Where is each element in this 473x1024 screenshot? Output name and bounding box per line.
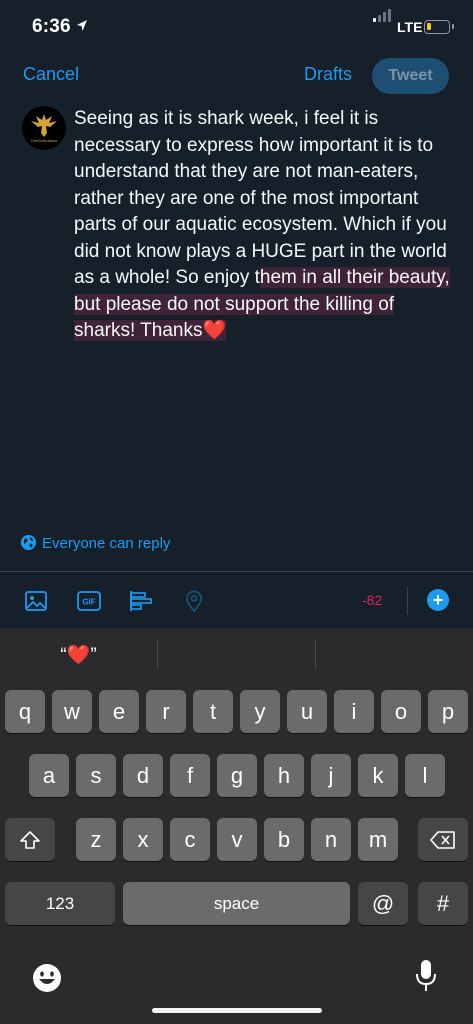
key-m[interactable]: m [358,818,398,861]
key-i[interactable]: i [334,690,374,733]
toolbar-separator [407,587,408,615]
location-arrow-icon [77,20,87,31]
image-icon[interactable] [24,589,48,613]
key-q[interactable]: q [5,690,45,733]
reply-setting-label: Everyone can reply [42,535,171,552]
home-indicator [152,1008,322,1013]
shift-arrow-icon [20,830,40,849]
svg-text:GIF: GIF [82,598,95,607]
suggestion-3[interactable] [316,628,473,682]
network-type: LTE [397,19,423,35]
key-o[interactable]: o [381,690,421,733]
key-g[interactable]: g [217,754,257,797]
poll-icon[interactable] [129,589,153,613]
key-s[interactable]: s [76,754,116,797]
key-f[interactable]: f [170,754,210,797]
toolbar-divider [0,571,473,572]
emoji-icon[interactable] [31,962,63,994]
key-e[interactable]: e [99,690,139,733]
key-j[interactable]: j [311,754,351,797]
key-h[interactable]: h [264,754,304,797]
key-l[interactable]: l [405,754,445,797]
key-k[interactable]: k [358,754,398,797]
key-v[interactable]: v [217,818,257,861]
phoenix-logo-icon [31,114,57,137]
microphone-icon[interactable] [414,959,438,993]
key-y[interactable]: y [240,690,280,733]
key-r[interactable]: r [146,690,186,733]
key-n[interactable]: n [311,818,351,861]
tweet-button[interactable]: Tweet [372,58,449,94]
globe-icon [20,534,37,551]
key-w[interactable]: w [52,690,92,733]
key-t[interactable]: t [193,690,233,733]
key-z[interactable]: z [76,818,116,861]
character-counter: -82 [362,592,383,608]
avatar[interactable]: TheGirlAdaoce [22,106,66,150]
reply-setting[interactable]: Everyone can reply [20,534,170,552]
key-a[interactable]: a [29,754,69,797]
hash-key[interactable]: # [418,882,468,925]
key-p[interactable]: p [428,690,468,733]
numbers-key[interactable]: 123 [5,882,115,925]
key-b[interactable]: b [264,818,304,861]
suggestion-2[interactable] [158,628,315,682]
backspace-icon [430,830,455,849]
status-time: 6:36 [32,16,71,37]
compose-text-plain: Seeing as it is shark week, i feel it is… [74,108,447,288]
add-thread-button[interactable]: + [427,589,449,611]
suggestion-1[interactable]: “❤️” [0,628,157,682]
shift-key[interactable] [5,818,55,861]
gif-icon[interactable]: GIF [77,589,101,613]
key-x[interactable]: x [123,818,163,861]
tweet-compose-text[interactable]: Seeing as it is shark week, i feel it is… [74,106,454,345]
space-key[interactable]: space [123,882,350,925]
battery-icon [424,20,454,34]
key-u[interactable]: u [287,690,327,733]
status-bar: 6:36 LTE [0,0,473,52]
delete-key[interactable] [418,818,468,861]
avatar-logo-text: TheGirlAdaoce [30,138,58,143]
location-icon[interactable] [182,589,206,613]
key-d[interactable]: d [123,754,163,797]
key-c[interactable]: c [170,818,210,861]
at-key[interactable]: @ [358,882,408,925]
drafts-button[interactable]: Drafts [304,64,352,85]
cancel-button[interactable]: Cancel [23,64,79,85]
